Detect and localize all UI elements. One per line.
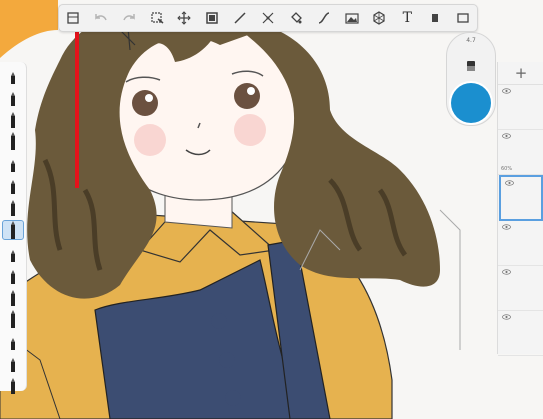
brush-library: [0, 62, 27, 394]
left-cheek: [134, 124, 166, 156]
right-eye: [234, 83, 260, 109]
brush-14[interactable]: [3, 354, 23, 372]
undo-icon[interactable]: [91, 8, 111, 28]
transform-icon[interactable]: [174, 8, 194, 28]
brush-8[interactable]: [2, 220, 24, 240]
visibility-eye-icon[interactable]: [502, 224, 511, 230]
layer-thumbnail[interactable]: [498, 311, 543, 356]
text-tool-icon[interactable]: T: [397, 8, 417, 28]
brush-3[interactable]: [3, 110, 23, 128]
visibility-eye-icon[interactable]: [502, 314, 511, 320]
top-toolbar: T: [58, 4, 478, 32]
layer-opacity-label: 60%: [501, 166, 513, 172]
layer-thumbnail[interactable]: [498, 85, 543, 130]
crop-icon[interactable]: [202, 8, 222, 28]
shirt-button: [219, 352, 235, 368]
layer-thumbnail[interactable]: 60%: [498, 130, 543, 175]
right-cheek: [234, 114, 266, 146]
layer-thumbnail[interactable]: [499, 175, 543, 221]
left-eye-highlight: [145, 94, 153, 102]
brush-size-readout: 4.7: [466, 37, 476, 44]
color-panel: 4.7: [446, 32, 496, 126]
left-eye: [132, 90, 158, 116]
image-icon[interactable]: [342, 8, 362, 28]
fullscreen-icon[interactable]: [453, 8, 473, 28]
brush-6[interactable]: [3, 176, 23, 194]
shirt-button: [211, 313, 227, 329]
current-color-puck[interactable]: [451, 83, 491, 123]
symmetry-icon[interactable]: [258, 8, 278, 28]
visibility-eye-icon[interactable]: [502, 133, 511, 139]
visibility-eye-icon[interactable]: [505, 180, 514, 186]
redo-icon[interactable]: [119, 8, 139, 28]
brush-1[interactable]: [3, 66, 23, 84]
copic-icon[interactable]: [425, 8, 445, 28]
curve-icon[interactable]: [314, 8, 334, 28]
layer-thumbnail[interactable]: [498, 266, 543, 311]
brush-12[interactable]: [3, 310, 23, 328]
brush-2[interactable]: [3, 88, 23, 106]
layer-editor: + 60%: [497, 62, 543, 356]
visibility-eye-icon[interactable]: [502, 88, 511, 94]
text-tool-label: T: [402, 10, 412, 26]
fill-icon[interactable]: [286, 8, 306, 28]
right-eye-highlight: [247, 87, 255, 95]
brush-15[interactable]: [3, 376, 23, 394]
brush-13[interactable]: [3, 332, 23, 350]
brush-4[interactable]: [3, 132, 23, 150]
add-layer-button[interactable]: +: [498, 62, 543, 85]
brush-7[interactable]: [3, 198, 23, 216]
select-icon[interactable]: [147, 8, 167, 28]
opacity-puck-icon[interactable]: [464, 59, 478, 73]
layer-thumbnail[interactable]: [498, 221, 543, 266]
shirt-button: [225, 390, 241, 406]
layout-icon[interactable]: [63, 8, 83, 28]
perspective-icon[interactable]: [369, 8, 389, 28]
annotation-arrow: [70, 10, 84, 188]
ruler-icon[interactable]: [230, 8, 250, 28]
visibility-eye-icon[interactable]: [502, 269, 511, 275]
brush-5[interactable]: [3, 154, 23, 172]
brush-9[interactable]: [3, 244, 23, 262]
brush-10[interactable]: [3, 266, 23, 284]
brush-11[interactable]: [3, 288, 23, 306]
